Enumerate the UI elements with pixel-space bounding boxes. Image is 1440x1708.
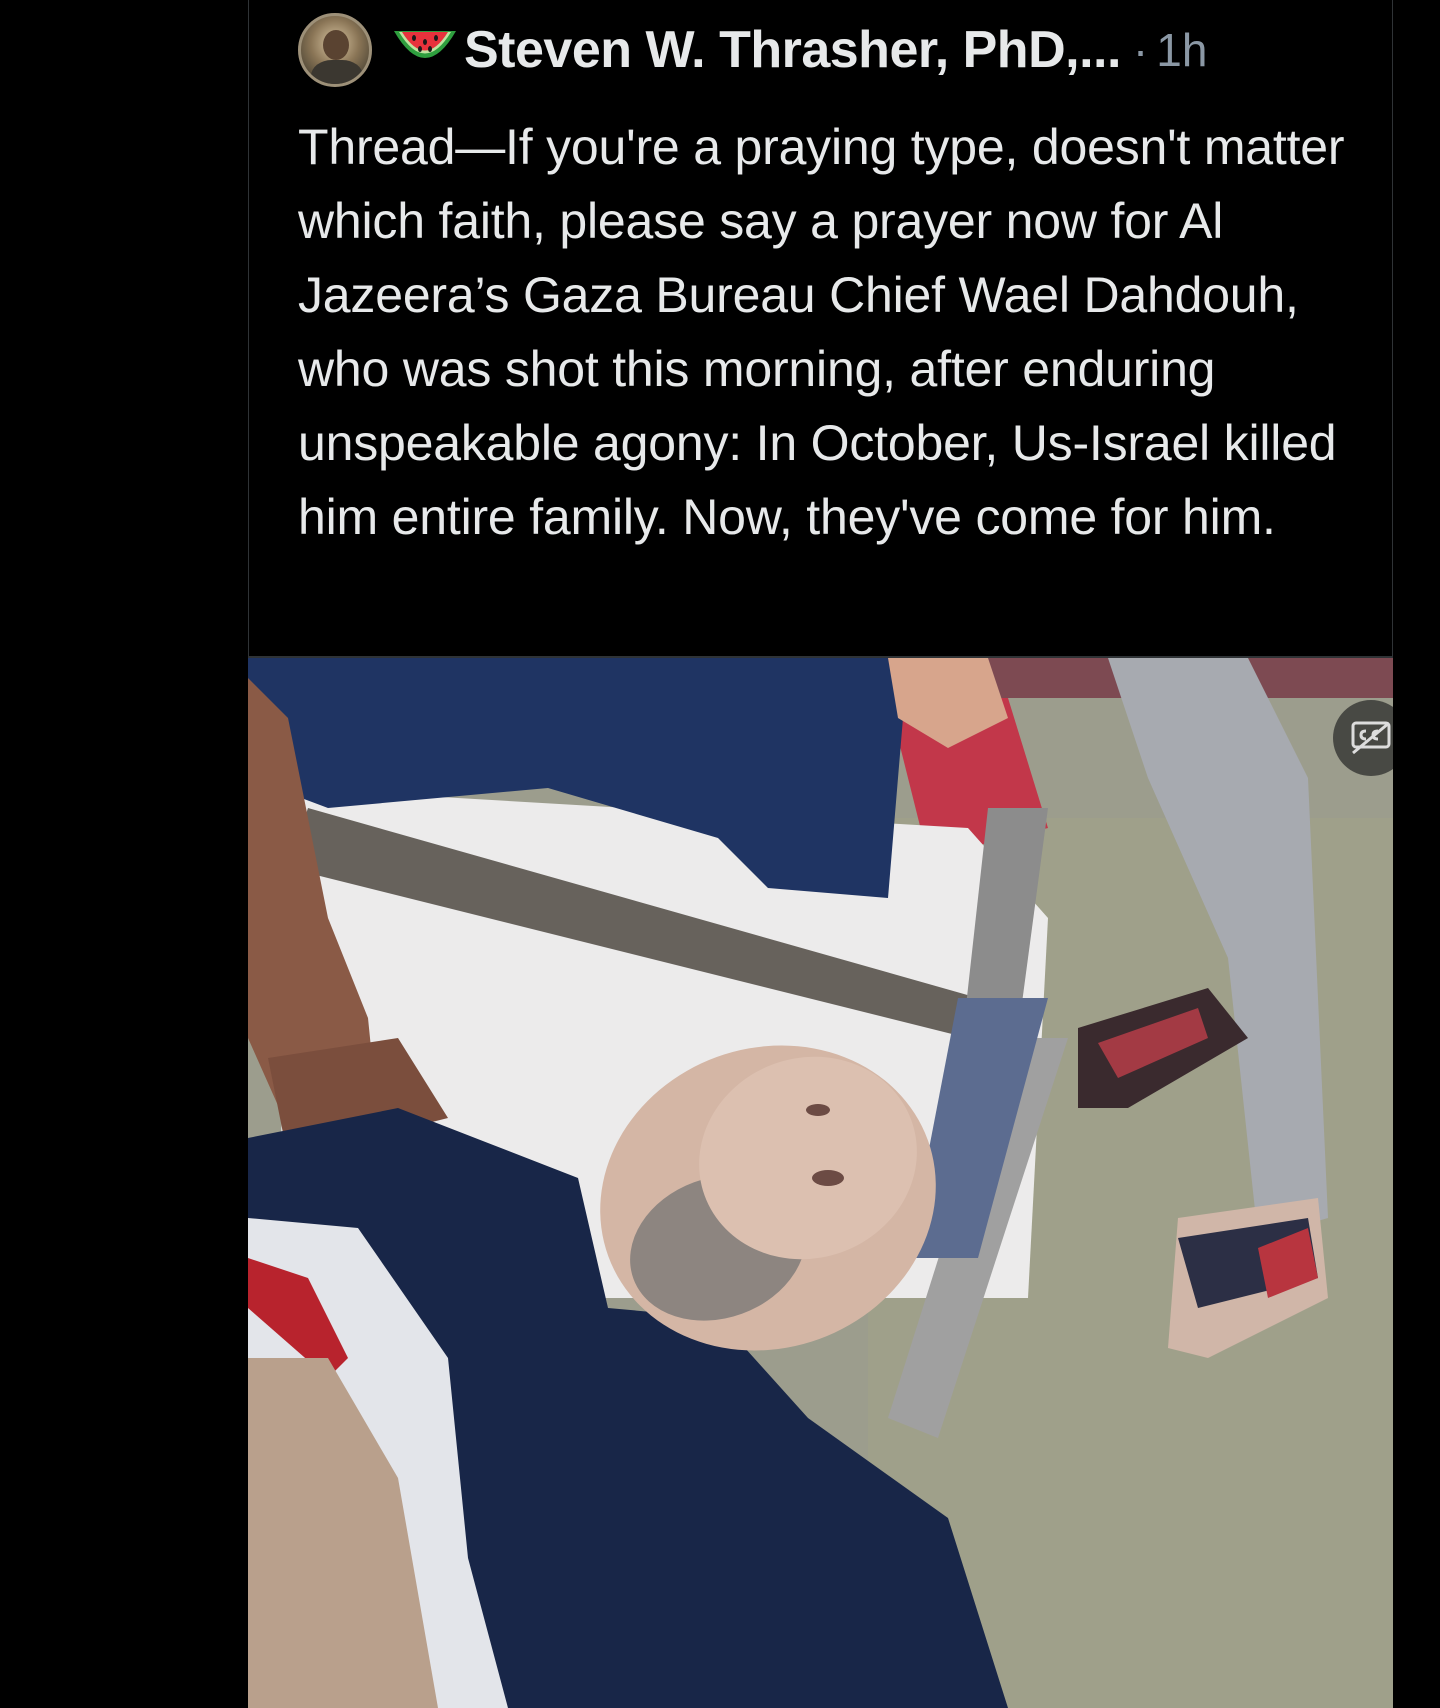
post-text: Thread—If you're a praying type, doesn't…: [298, 119, 1345, 545]
post-border-right: [1392, 0, 1393, 658]
avatar-body-shape: [311, 60, 363, 84]
post-header: Steven W. Thrasher, PhD,... · 1h: [298, 10, 1207, 90]
video-player[interactable]: [248, 658, 1393, 1708]
closed-captions-icon: [1351, 721, 1391, 755]
avatar[interactable]: [298, 13, 372, 87]
post-timestamp[interactable]: 1h: [1156, 23, 1207, 77]
header-separator: ·: [1132, 24, 1149, 76]
video-frame: [248, 658, 1393, 1708]
author-name[interactable]: Steven W. Thrasher, PhD,...: [464, 20, 1121, 80]
avatar-face-shape: [323, 30, 349, 60]
post[interactable]: Steven W. Thrasher, PhD,... · 1h Thread—…: [248, 0, 1393, 1708]
watermelon-icon: [390, 24, 460, 76]
